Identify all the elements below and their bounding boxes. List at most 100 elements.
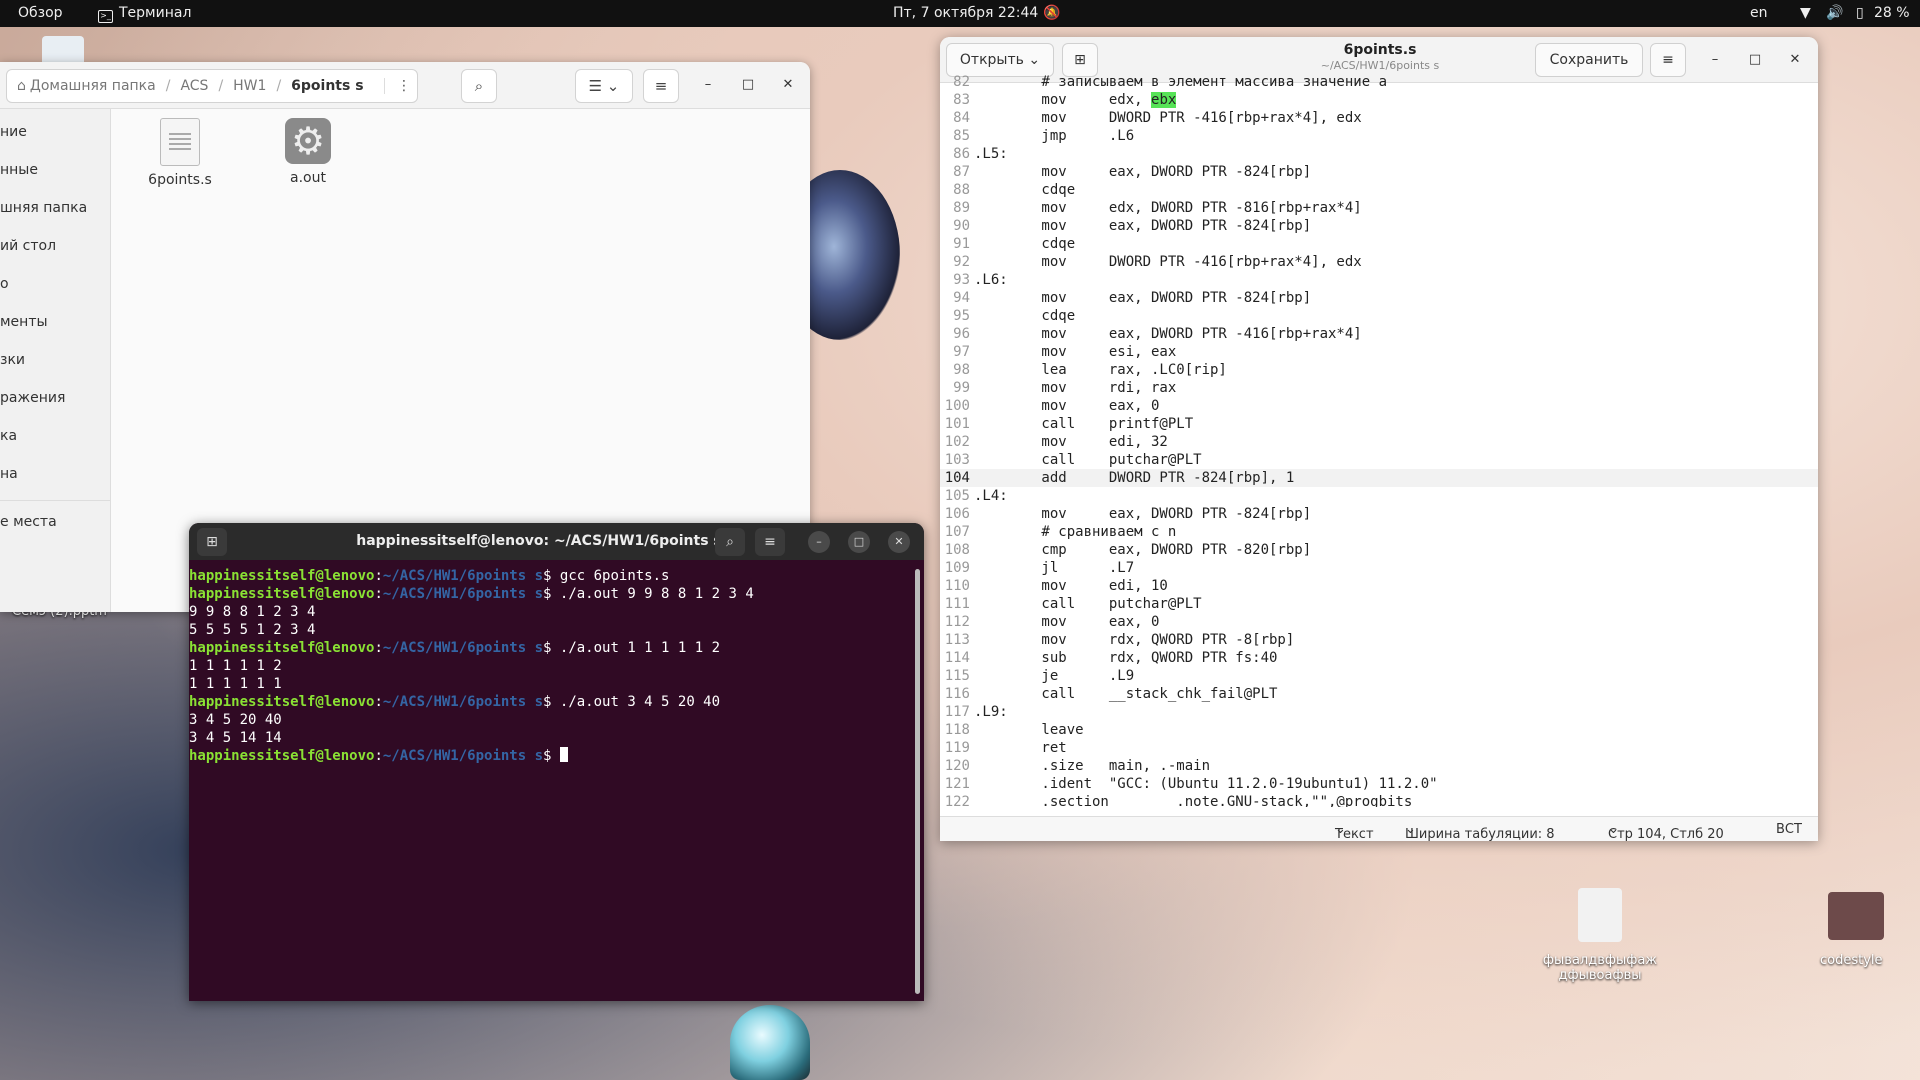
- code-line[interactable]: 83 mov edx, ebx: [940, 91, 1818, 109]
- code-line[interactable]: 88 cdqe: [940, 181, 1818, 199]
- code-line[interactable]: 106 mov eax, DWORD PTR -824[rbp]: [940, 505, 1818, 523]
- clock[interactable]: Пт, 7 октября 22:44: [893, 5, 1038, 21]
- insert-mode[interactable]: ВСТ: [1776, 822, 1802, 837]
- code-line[interactable]: 108 cmp eax, DWORD PTR -820[rbp]: [940, 541, 1818, 559]
- code-line[interactable]: 115 je .L9: [940, 667, 1818, 685]
- code-line[interactable]: 110 mov edi, 10: [940, 577, 1818, 595]
- view-mode-button[interactable]: ☰ ⌄: [575, 69, 633, 103]
- maximize-icon[interactable]: □: [848, 531, 870, 553]
- sidebar-item[interactable]: на: [0, 466, 18, 482]
- desktop-text-file-icon[interactable]: [1578, 888, 1622, 942]
- code-line[interactable]: 105 .L4:: [940, 487, 1818, 505]
- line-number: 109: [944, 560, 970, 576]
- file-item[interactable]: ⚙ a.out: [268, 118, 348, 186]
- close-icon[interactable]: ✕: [888, 531, 910, 553]
- tab-width-selector[interactable]: Ширина табуляции: 8 ⌄: [1405, 822, 1555, 841]
- path-menu-icon[interactable]: ⋮: [384, 78, 411, 94]
- code-line[interactable]: 91 cdqe: [940, 235, 1818, 253]
- code-line[interactable]: 84 mov DWORD PTR -416[rbp+rax*4], edx: [940, 109, 1818, 127]
- code-line[interactable]: 97 mov esi, eax: [940, 343, 1818, 361]
- code-line[interactable]: 114 sub rdx, QWORD PTR fs:40: [940, 649, 1818, 667]
- code-line[interactable]: 113 mov rdx, QWORD PTR -8[rbp]: [940, 631, 1818, 649]
- minimize-icon[interactable]: –: [1704, 49, 1726, 71]
- code-text: lea rax, .LC0[rip]: [974, 362, 1227, 378]
- menu-button[interactable]: ≡: [1650, 43, 1686, 77]
- code-line[interactable]: 111 call putchar@PLT: [940, 595, 1818, 613]
- sidebar-item[interactable]: шняя папка: [0, 200, 87, 216]
- minimize-icon[interactable]: –: [697, 74, 719, 96]
- save-button[interactable]: Сохранить: [1535, 43, 1643, 77]
- code-line[interactable]: 87 mov eax, DWORD PTR -824[rbp]: [940, 163, 1818, 181]
- code-line[interactable]: 117 .L9:: [940, 703, 1818, 721]
- desktop-folder-label[interactable]: codestyle: [1820, 953, 1883, 968]
- maximize-icon[interactable]: □: [1744, 49, 1766, 71]
- keyboard-layout[interactable]: en: [1750, 5, 1768, 21]
- code-line[interactable]: 89 mov edx, DWORD PTR -816[rbp+rax*4]: [940, 199, 1818, 217]
- code-line[interactable]: 90 mov eax, DWORD PTR -824[rbp]: [940, 217, 1818, 235]
- breadcrumb-home[interactable]: Домашняя папка: [30, 78, 156, 94]
- code-line[interactable]: 96 mov eax, DWORD PTR -416[rbp+rax*4]: [940, 325, 1818, 343]
- volume-icon[interactable]: 🔊: [1826, 5, 1843, 21]
- code-line[interactable]: 99 mov rdi, rax: [940, 379, 1818, 397]
- code-line[interactable]: 93 .L6:: [940, 271, 1818, 289]
- code-line[interactable]: 94 mov eax, DWORD PTR -824[rbp]: [940, 289, 1818, 307]
- home-icon[interactable]: ⌂: [17, 78, 26, 94]
- code-line[interactable]: 92 mov DWORD PTR -416[rbp+rax*4], edx: [940, 253, 1818, 271]
- code-line[interactable]: 116 call __stack_chk_fail@PLT: [940, 685, 1818, 703]
- menu-button[interactable]: ≡: [755, 528, 785, 556]
- scrollbar[interactable]: [915, 569, 920, 994]
- code-line[interactable]: 119 ret: [940, 739, 1818, 757]
- sidebar-item[interactable]: о: [0, 276, 9, 292]
- code-line[interactable]: 82 # записываем в элемент массива значен…: [940, 73, 1818, 91]
- search-button[interactable]: ⌕: [461, 69, 497, 103]
- sidebar-item-other-locations[interactable]: е места: [0, 514, 57, 530]
- code-line[interactable]: 85 jmp .L6: [940, 127, 1818, 145]
- code-line[interactable]: 107 # сравниваем с n: [940, 523, 1818, 541]
- notifications-muted-icon[interactable]: 🔕: [1043, 5, 1060, 21]
- cursor-position[interactable]: Стр 104, Стлб 20 ⌄: [1608, 822, 1724, 841]
- sidebar-item[interactable]: ражения: [0, 390, 65, 406]
- new-tab-button[interactable]: ⊞: [1062, 43, 1098, 77]
- breadcrumb-acs[interactable]: ACS: [180, 78, 208, 94]
- open-button[interactable]: Открыть ⌄: [946, 43, 1054, 77]
- language-selector[interactable]: Текст ⌄: [1335, 822, 1374, 841]
- code-line[interactable]: 122 .section .note.GNU-stack,"",@progbit…: [940, 793, 1818, 807]
- code-line[interactable]: 109 jl .L7: [940, 559, 1818, 577]
- terminal-output[interactable]: happinessitself@lenovo:~/ACS/HW1/6points…: [189, 567, 914, 765]
- desktop-file-label-2[interactable]: фывалдвфыфаж дфывоафвы: [1540, 953, 1660, 983]
- code-line[interactable]: 120 .size main, .-main: [940, 757, 1818, 775]
- file-item[interactable]: 6points.s: [140, 118, 220, 188]
- code-line[interactable]: 121 .ident "GCC: (Ubuntu 11.2.0-19ubuntu…: [940, 775, 1818, 793]
- code-line[interactable]: 102 mov edi, 32: [940, 433, 1818, 451]
- new-tab-button[interactable]: ⊞: [197, 528, 227, 556]
- code-line[interactable]: 86 .L5:: [940, 145, 1818, 163]
- menu-button[interactable]: ≡: [643, 69, 679, 103]
- close-icon[interactable]: ✕: [777, 74, 799, 96]
- sidebar-item[interactable]: ние: [0, 124, 27, 140]
- code-line[interactable]: 98 lea rax, .LC0[rip]: [940, 361, 1818, 379]
- code-line-current[interactable]: 104 add DWORD PTR -824[rbp], 1: [940, 469, 1818, 487]
- battery-icon[interactable]: ▯: [1856, 5, 1864, 21]
- breadcrumb-current[interactable]: 6points s: [291, 78, 363, 94]
- code-line[interactable]: 100 mov eax, 0: [940, 397, 1818, 415]
- code-line[interactable]: 101 call printf@PLT: [940, 415, 1818, 433]
- maximize-icon[interactable]: □: [737, 74, 759, 96]
- close-icon[interactable]: ✕: [1784, 49, 1806, 71]
- minimize-icon[interactable]: –: [808, 531, 830, 553]
- code-line[interactable]: 95 cdqe: [940, 307, 1818, 325]
- wifi-icon[interactable]: ▼: [1800, 5, 1811, 21]
- search-button[interactable]: ⌕: [715, 528, 745, 556]
- sidebar-item[interactable]: зки: [0, 352, 25, 368]
- code-line[interactable]: 112 mov eax, 0: [940, 613, 1818, 631]
- sidebar-item[interactable]: ка: [0, 428, 17, 444]
- sidebar-item[interactable]: менты: [0, 314, 48, 330]
- sidebar-item[interactable]: нные: [0, 162, 38, 178]
- code-line[interactable]: 118 leave: [940, 721, 1818, 739]
- code-line[interactable]: 103 call putchar@PLT: [940, 451, 1818, 469]
- code-view[interactable]: 82 # записываем в элемент массива значен…: [940, 73, 1818, 807]
- breadcrumb-hw1[interactable]: HW1: [233, 78, 266, 94]
- sidebar-item[interactable]: ий стол: [0, 238, 56, 254]
- activities-button[interactable]: Обзор: [18, 5, 63, 21]
- desktop-folder-icon[interactable]: [1828, 892, 1884, 940]
- app-menu-terminal[interactable]: >_ Терминал: [98, 5, 191, 23]
